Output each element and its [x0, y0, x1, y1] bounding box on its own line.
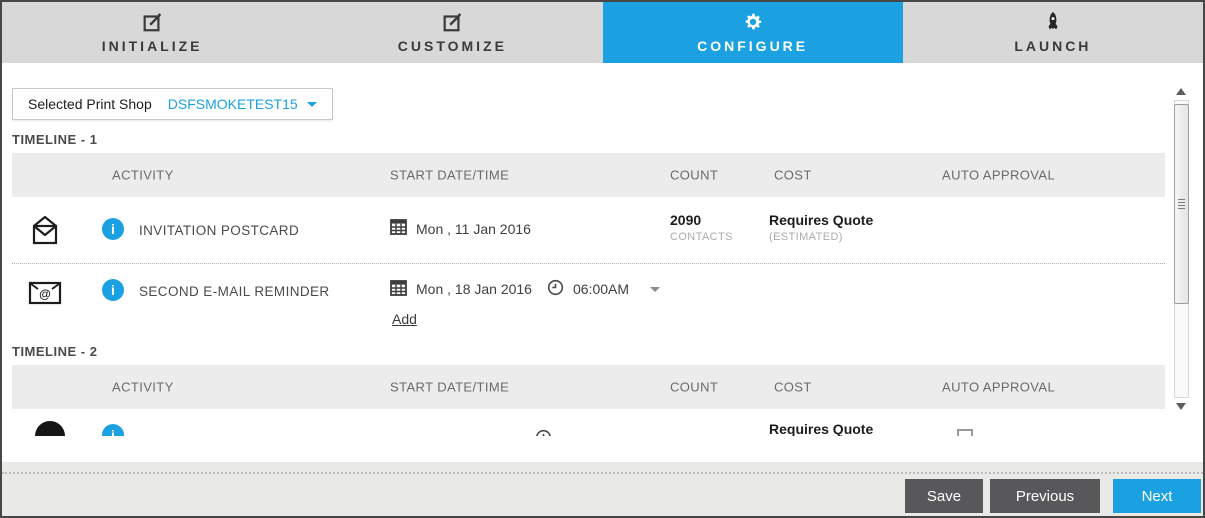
- column-header-start-date-time: START DATE/TIME: [390, 168, 509, 183]
- table-row-second-email-reminder: @ i SECOND E-MAIL REMINDER Mon , 18 Jan …: [12, 264, 1165, 344]
- scroll-down-arrow-icon[interactable]: [1176, 403, 1186, 410]
- activity-icon: [35, 421, 65, 436]
- count-value: 2090: [670, 212, 733, 228]
- tab-label: CONFIGURE: [697, 38, 808, 54]
- column-header-start-date-time: START DATE/TIME: [390, 380, 509, 395]
- cost-estimate-label: (ESTIMATED): [769, 231, 873, 243]
- cost-value: Requires Quote: [769, 421, 873, 436]
- footer-divider: [2, 472, 1203, 474]
- add-date-link[interactable]: Add: [392, 311, 417, 327]
- print-shop-value: DSFSMOKETEST15: [168, 96, 298, 112]
- calendar-icon: [390, 219, 407, 238]
- timeline-1-title: TIMELINE - 1: [12, 132, 97, 147]
- tab-configure[interactable]: CONFIGURE: [603, 2, 903, 63]
- cost-cell: Requires Quote (ESTIMATED): [769, 212, 873, 243]
- tab-label: INITIALIZE: [102, 38, 203, 54]
- next-button[interactable]: Next: [1113, 479, 1201, 513]
- start-date-field[interactable]: Mon , 11 Jan 2016: [390, 219, 531, 238]
- chevron-down-icon: [307, 102, 317, 107]
- tab-label: LAUNCH: [1014, 38, 1091, 54]
- compose-icon: [141, 11, 163, 33]
- scrollbar-grip-icon: [1178, 199, 1185, 209]
- time-dropdown-chevron-icon[interactable]: [650, 287, 660, 292]
- column-header-activity: ACTIVITY: [112, 168, 174, 183]
- clock-icon: [535, 429, 552, 436]
- activity-name: SECOND E-MAIL REMINDER: [139, 284, 330, 299]
- rocket-icon: [1043, 11, 1063, 33]
- previous-button[interactable]: Previous: [990, 479, 1100, 513]
- info-icon[interactable]: i: [102, 279, 124, 301]
- column-header-count: COUNT: [670, 168, 718, 183]
- clock-icon: [547, 279, 564, 299]
- count-unit-label: CONTACTS: [670, 231, 733, 243]
- count-cell: 2090 CONTACTS: [670, 212, 733, 243]
- tab-initialize[interactable]: INITIALIZE: [2, 2, 302, 63]
- cost-value: Requires Quote: [769, 212, 873, 228]
- email-envelope-icon: @: [27, 280, 63, 311]
- vertical-scrollbar[interactable]: [1172, 82, 1192, 416]
- compose-icon: [441, 11, 463, 33]
- gear-icon: [742, 11, 764, 33]
- timeline-1-header: ACTIVITY START DATE/TIME COUNT COST AUTO…: [12, 153, 1165, 197]
- timeline-2-title: TIMELINE - 2: [12, 344, 97, 359]
- column-header-activity: ACTIVITY: [112, 380, 174, 395]
- table-row-partial: i Requires Quote (ESTIMATED): [12, 409, 1165, 436]
- column-header-auto-approval: AUTO APPROVAL: [942, 168, 1055, 183]
- column-header-count: COUNT: [670, 380, 718, 395]
- column-header-auto-approval: AUTO APPROVAL: [942, 380, 1055, 395]
- cost-cell: Requires Quote (ESTIMATED): [769, 421, 873, 436]
- wizard-tabbar: INITIALIZE CUSTOMIZE CONFIGURE LAUNCH: [2, 2, 1203, 63]
- scrollbar-thumb[interactable]: [1174, 104, 1189, 304]
- info-icon[interactable]: i: [102, 218, 124, 240]
- postcard-envelope-icon: [27, 213, 63, 252]
- timeline-2-header: ACTIVITY START DATE/TIME COUNT COST AUTO…: [12, 365, 1165, 409]
- content-viewport: Selected Print Shop DSFSMOKETEST15 TIMEL…: [2, 68, 1172, 436]
- start-date-value[interactable]: Mon , 18 Jan 2016: [416, 281, 532, 297]
- scroll-up-arrow-icon[interactable]: [1176, 88, 1186, 95]
- auto-approval-checkbox[interactable]: [957, 429, 973, 436]
- table-row-invitation-postcard: i INVITATION POSTCARD Mon , 11 Jan 2016 …: [12, 197, 1165, 264]
- tab-customize[interactable]: CUSTOMIZE: [302, 2, 602, 63]
- start-time-value[interactable]: 06:00AM: [573, 281, 629, 297]
- save-button[interactable]: Save: [905, 479, 983, 513]
- calendar-icon[interactable]: [390, 280, 407, 299]
- footer-bar: Save Previous Next: [2, 462, 1203, 516]
- activity-name: INVITATION POSTCARD: [139, 223, 299, 238]
- campaign-configure-page: INITIALIZE CUSTOMIZE CONFIGURE LAUNCH Se…: [0, 0, 1205, 518]
- print-shop-dropdown[interactable]: DSFSMOKETEST15: [168, 96, 317, 112]
- print-shop-selector: Selected Print Shop DSFSMOKETEST15: [12, 88, 333, 120]
- print-shop-label: Selected Print Shop: [28, 96, 152, 112]
- tab-label: CUSTOMIZE: [398, 38, 507, 54]
- column-header-cost: COST: [774, 168, 812, 183]
- start-date-value: Mon , 11 Jan 2016: [416, 221, 531, 237]
- info-icon[interactable]: i: [102, 424, 124, 436]
- tab-launch[interactable]: LAUNCH: [903, 2, 1203, 63]
- start-date-time-field: Mon , 18 Jan 2016 06:00AM: [390, 279, 660, 299]
- svg-text:@: @: [39, 287, 51, 301]
- column-header-cost: COST: [774, 380, 812, 395]
